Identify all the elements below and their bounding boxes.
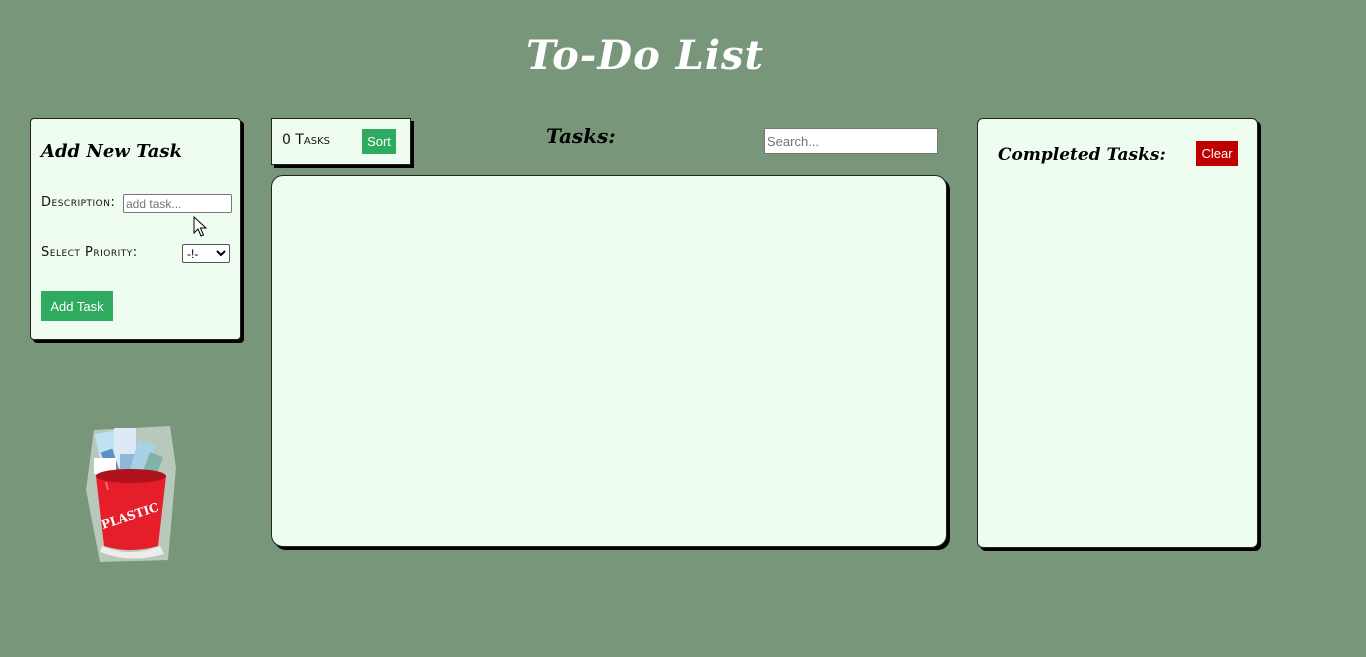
clear-button[interactable]: Clear xyxy=(1196,141,1238,166)
add-task-button[interactable]: Add Task xyxy=(41,291,113,321)
description-input[interactable] xyxy=(123,194,232,213)
add-task-panel: Add New Task Description: Select Priorit… xyxy=(30,118,241,340)
mouse-cursor-icon xyxy=(193,216,207,237)
task-count-label: 0 Tasks xyxy=(282,132,331,148)
priority-select[interactable]: -!- xyxy=(182,244,230,263)
task-list xyxy=(271,175,947,547)
description-label: Description: xyxy=(41,195,116,210)
tasks-heading: Tasks: xyxy=(546,124,616,148)
add-task-heading: Add New Task xyxy=(41,141,183,162)
priority-label: Select Priority: xyxy=(41,245,138,260)
page-title: To-Do List xyxy=(525,32,765,79)
task-count-box: 0 Tasks Sort xyxy=(271,118,411,165)
completed-tasks-heading: Completed Tasks: xyxy=(998,145,1166,165)
search-input[interactable] xyxy=(764,128,938,154)
completed-tasks-panel: Completed Tasks: Clear xyxy=(977,118,1258,548)
sort-button[interactable]: Sort xyxy=(362,129,396,154)
plastic-trash-bin-image: PLASTIC xyxy=(86,426,176,562)
